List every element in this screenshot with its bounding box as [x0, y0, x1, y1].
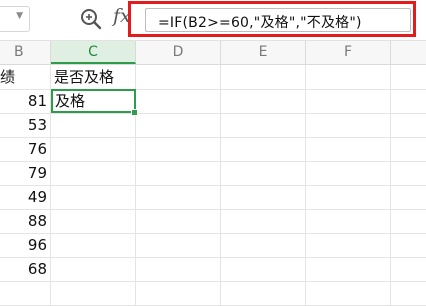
- row-divider: [0, 233, 426, 234]
- column-header-d[interactable]: D: [136, 41, 221, 64]
- cell-b8[interactable]: 96: [0, 233, 47, 257]
- column-header-c[interactable]: C: [51, 41, 136, 64]
- row-divider: [0, 257, 426, 258]
- fill-handle[interactable]: [131, 109, 138, 116]
- spreadsheet-grid: 绩 是否及格 81 53 76 79 49 88 96 68 及格: [0, 65, 426, 306]
- cell-b3[interactable]: 53: [0, 113, 47, 137]
- column-divider: [390, 65, 391, 306]
- cell-b4[interactable]: 76: [0, 137, 47, 161]
- column-header-b[interactable]: B: [0, 41, 51, 64]
- cell-b7[interactable]: 88: [0, 209, 47, 233]
- cell-b1[interactable]: 绩: [0, 65, 16, 89]
- cell-c1[interactable]: 是否及格: [54, 65, 114, 89]
- row-divider: [0, 185, 426, 186]
- chevron-down-icon[interactable]: ▼: [16, 11, 23, 21]
- name-box[interactable]: ▼: [0, 6, 30, 32]
- row-divider: [0, 209, 426, 210]
- cell-b6[interactable]: 49: [0, 185, 47, 209]
- row-divider: [0, 161, 426, 162]
- formula-bar: ▼ fx =IF(B2>=60,"及格","不及格"): [0, 0, 426, 41]
- cell-b5[interactable]: 79: [0, 161, 47, 185]
- formula-text: =IF(B2>=60,"及格","不及格"): [158, 15, 362, 31]
- active-cell-border: [51, 89, 136, 113]
- column-header-f[interactable]: F: [306, 41, 391, 64]
- column-divider: [305, 65, 306, 306]
- cell-b2[interactable]: 81: [0, 89, 47, 113]
- column-header-e[interactable]: E: [221, 41, 306, 64]
- column-header-row: B C D E F: [0, 41, 426, 65]
- cell-b9[interactable]: 68: [0, 257, 47, 281]
- row-divider: [0, 137, 426, 138]
- row-divider: [0, 281, 426, 282]
- zoom-icon[interactable]: [80, 8, 102, 30]
- formula-highlight-box: =IF(B2>=60,"及格","不及格"): [128, 1, 416, 37]
- formula-input[interactable]: =IF(B2>=60,"及格","不及格"): [145, 8, 411, 32]
- column-divider: [220, 65, 221, 306]
- row-divider: [0, 113, 426, 114]
